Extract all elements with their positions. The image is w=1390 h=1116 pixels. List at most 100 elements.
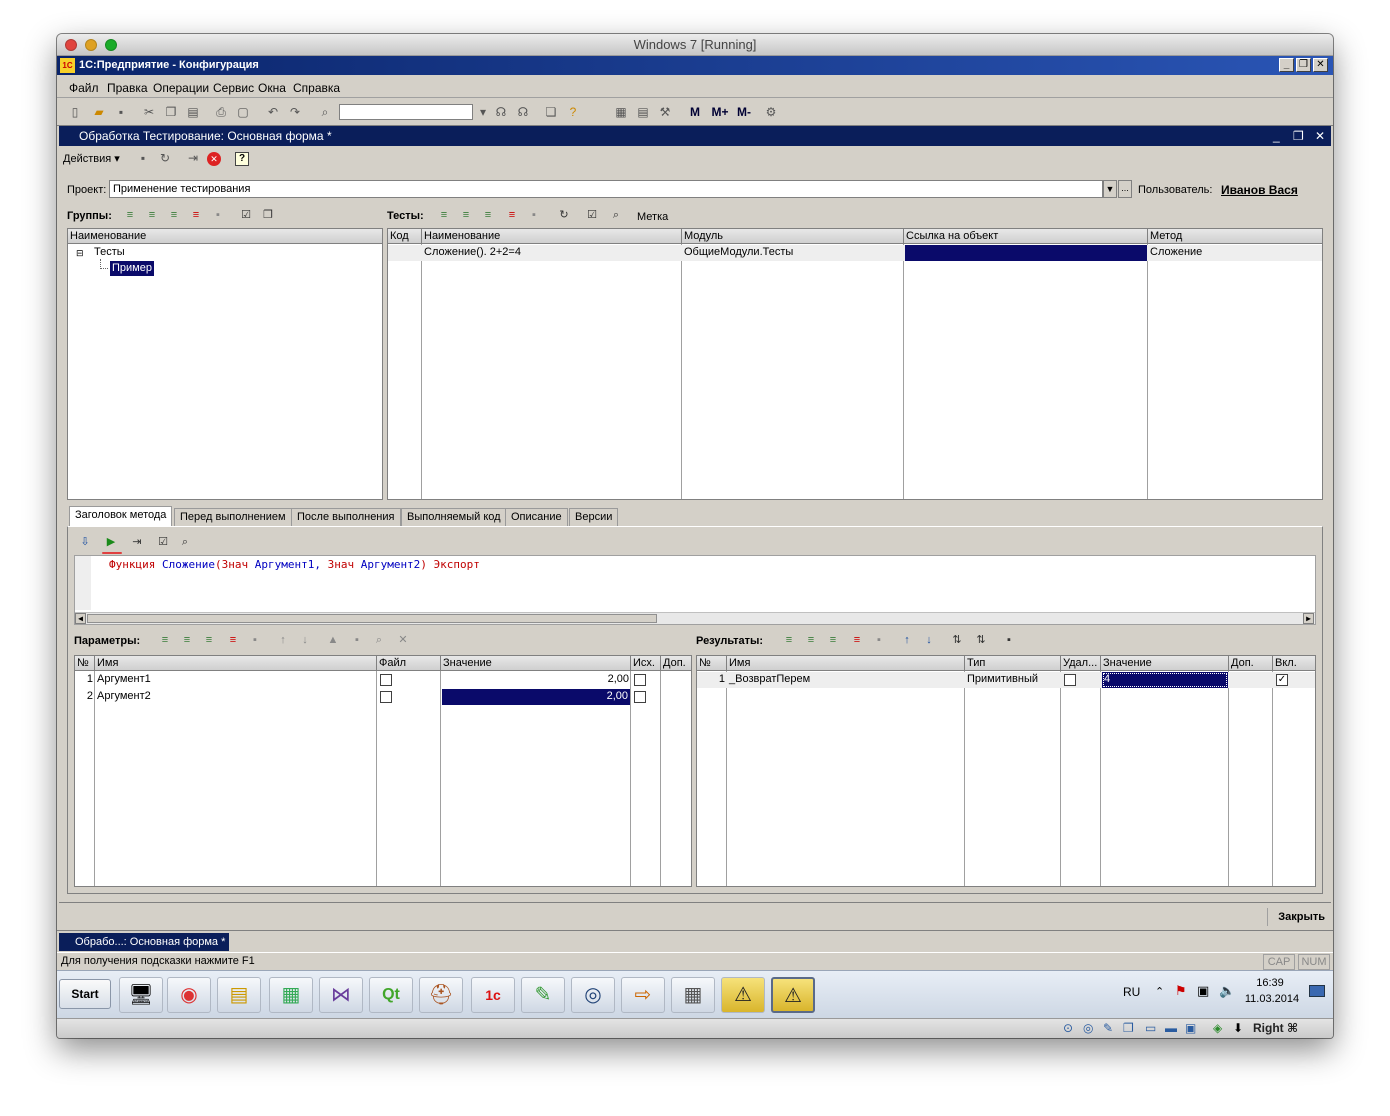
close-light-icon[interactable] [65,39,77,51]
tree-node-child[interactable]: Пример [110,261,154,276]
calendar-icon[interactable]: ▤ [635,104,651,120]
print-icon[interactable]: ⎙ [213,104,229,120]
wrench-icon[interactable]: ⚙ [763,104,779,120]
params-col-name[interactable]: Имя [95,656,377,671]
test-copy-icon[interactable]: ≡ [459,208,473,222]
code-check-icon[interactable]: ☑ [156,535,170,549]
preview-icon[interactable]: ▢ [235,104,251,120]
test-delete-icon[interactable]: ≡ [505,208,519,222]
code-step-icon[interactable]: ⇥ [130,535,144,549]
visual-studio-app-icon[interactable]: ⋈ [319,977,363,1013]
scroll-left-icon[interactable]: ◀ [75,613,86,624]
tree-node-root[interactable]: Тесты [94,245,125,260]
result-sort-asc-icon[interactable]: ⇅ [950,633,964,647]
actions-menu-button[interactable]: Действия ▾ [63,150,120,168]
test-row-method[interactable]: Сложение [1150,245,1202,260]
new-icon[interactable]: ▯ [67,104,83,120]
form-help-icon[interactable]: ? [235,152,249,166]
code-search-icon[interactable]: ⌕ [178,535,192,549]
params-col-source[interactable]: Исх. [631,656,661,671]
results-col-name[interactable]: Имя [727,656,965,671]
param-file-checkbox[interactable] [380,691,392,703]
result-edit-icon[interactable]: ≡ [826,633,840,647]
tests-col-method[interactable]: Метод [1148,229,1322,244]
tests-col-ref[interactable]: Ссылка на объект [904,229,1148,244]
find-icon[interactable]: ⌕ [317,104,333,120]
param-add-icon[interactable]: ≡ [158,633,172,647]
calculator-grid-icon[interactable]: ▦ [613,104,629,120]
result-up-icon[interactable]: ↑ [900,633,914,647]
group-add-child-icon[interactable]: ≡ [145,208,159,222]
param-source-checkbox[interactable] [634,691,646,703]
start-button[interactable]: Start [59,979,111,1009]
test-edit-icon[interactable]: ≡ [481,208,495,222]
search-combo[interactable] [339,104,473,120]
vbox-folder-icon[interactable]: ▭ [1145,1021,1156,1035]
params-col-n[interactable]: № [75,656,95,671]
param-down-icon[interactable]: ↓ [298,633,312,647]
group-end-edit-icon[interactable]: ▪ [211,208,225,222]
vbox-usb-icon[interactable]: ✎ [1103,1021,1113,1035]
param-row-name[interactable]: Аргумент1 [97,672,151,687]
result-sort-desc-icon[interactable]: ⇅ [974,633,988,647]
project-select-button[interactable]: ... [1118,180,1132,198]
scroll-thumb[interactable] [87,614,657,623]
group-delete-icon[interactable]: ≡ [189,208,203,222]
param-source-checkbox[interactable] [634,674,646,686]
tab-exec-code[interactable]: Выполняемый код [401,508,507,526]
test-check-icon[interactable]: ☑ [585,208,599,222]
qt-app-icon[interactable]: Qt [369,977,413,1013]
test-row-module[interactable]: ОбщиеМодули.Тесты [684,245,793,260]
explorer-app-icon[interactable]: ▤ [217,977,261,1013]
form-close-icon[interactable]: ✕ [1315,126,1325,146]
minimize-light-icon[interactable] [85,39,97,51]
params-col-extra[interactable]: Доп. [661,656,691,671]
memory-minus-button[interactable]: M- [733,104,755,120]
paste-icon[interactable]: ▤ [185,104,201,120]
param-file-checkbox[interactable] [380,674,392,686]
result-delete-icon[interactable]: ≡ [850,633,864,647]
user-link[interactable]: Иванов Вася [1221,183,1298,197]
code-hscrollbar[interactable]: ◀ ▶ [75,612,1315,624]
enterprise-app-icon[interactable]: ⚠ [771,977,815,1013]
vbox-network-icon[interactable]: ❐ [1123,1021,1134,1035]
tests-col-name[interactable]: Наименование [422,229,682,244]
params-col-file[interactable]: Файл [377,656,441,671]
form-save-icon[interactable]: ▪ [135,150,151,166]
result-add-icon[interactable]: ≡ [782,633,796,647]
server-app-icon[interactable]: ▦ [269,977,313,1013]
project-field[interactable]: Применение тестирования [109,180,1103,198]
undo-icon[interactable]: ↶ [265,104,281,120]
menu-service[interactable]: Сервис [213,81,254,95]
param-save-icon[interactable]: ▪ [350,633,364,647]
tray-expand-icon[interactable]: ⌃ [1155,985,1164,998]
param-edit-icon[interactable]: ≡ [202,633,216,647]
save-icon[interactable]: ▪ [113,104,129,120]
tools-icon[interactable]: ⚒ [657,104,673,120]
param-row-value[interactable]: 2,00 [443,672,629,687]
result-row-type[interactable]: Примитивный [967,672,1038,687]
param-copy-icon[interactable]: ≡ [180,633,194,647]
calculator-app-icon[interactable]: ▦ [671,977,715,1013]
tray-flag-icon[interactable]: ⚑ [1175,983,1187,999]
results-col-enabled[interactable]: Вкл. [1273,656,1315,671]
group-hierarchy-icon[interactable]: ❐ [261,208,275,222]
tray-network-icon[interactable]: ▣ [1197,983,1209,999]
vbox-display-icon[interactable]: ▬ [1165,1021,1177,1035]
results-table[interactable]: № Имя Тип Удал... Значение Доп. Вкл. 1 _… [696,655,1316,887]
param-clear-icon[interactable]: ✕ [396,633,410,647]
param-delete-icon[interactable]: ≡ [226,633,240,647]
notepad-app-icon[interactable]: ✎ [521,977,565,1013]
clock-time[interactable]: 16:39 [1245,977,1295,989]
results-col-extra[interactable]: Доп. [1229,656,1273,671]
menu-help[interactable]: Справка [293,81,340,95]
result-row-name[interactable]: _ВозвратПерем [729,672,810,687]
find-next-icon[interactable]: ☊ [515,104,531,120]
code-move-icon[interactable]: ⇩ [78,535,92,549]
result-end-edit-icon[interactable]: ▪ [872,633,886,647]
project-dropdown-icon[interactable]: ▼ [1103,180,1117,198]
test-add-icon[interactable]: ≡ [437,208,451,222]
test-row-name[interactable]: Сложение(). 2+2=4 [424,245,521,260]
code-editor[interactable]: Функция Сложение(Знач Аргумент1, Знач Ар… [74,555,1316,625]
group-check-icon[interactable]: ☑ [239,208,253,222]
